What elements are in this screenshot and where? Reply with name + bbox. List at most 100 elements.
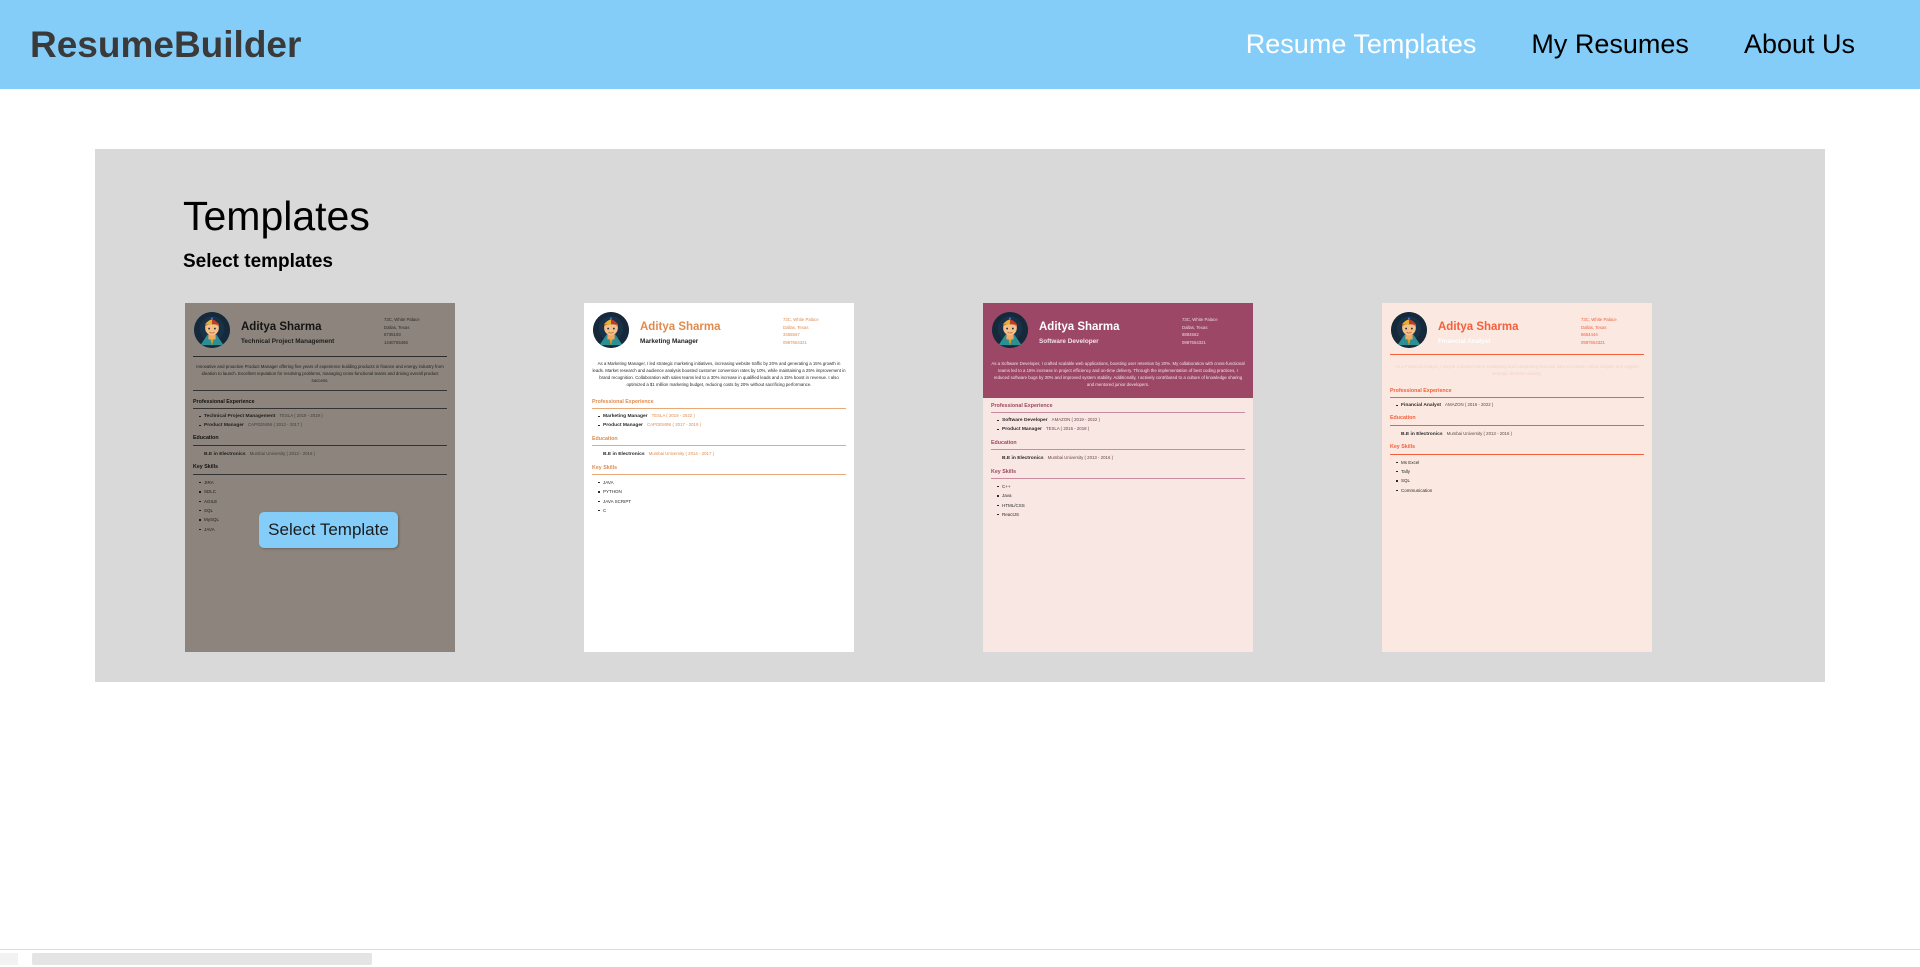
resume-header: 1 Aditya Sharma Financial Analyst 73C, Whit… xyxy=(1382,303,1652,354)
skills-list: Ms Excel Tally SQL Communication xyxy=(1390,458,1644,496)
contact-phone: 0987654321 xyxy=(783,339,807,345)
skill-item: AGILE xyxy=(199,497,447,506)
resume-person-name: Aditya Sharma xyxy=(1438,321,1519,334)
education-school: Mumbai University ( 2013 - 2016 ) xyxy=(1446,430,1513,436)
section-title-skills: Key Skills xyxy=(991,468,1017,475)
summary-divider xyxy=(193,390,447,392)
experience-list: Financial Analyst AMAZON ( 2016 - 2022 ) xyxy=(1390,401,1644,410)
resume-identity: Aditya Sharma Software Developer xyxy=(1028,312,1182,346)
resume-identity: Aditya Sharma Financial Analyst xyxy=(1427,312,1581,346)
section-title-education: Education xyxy=(991,439,1017,446)
contact-phone: 1440765466 xyxy=(384,339,408,345)
skill-item: Tally xyxy=(1396,467,1644,476)
experience-title: Financial Analyst xyxy=(1401,403,1442,409)
experience-divider xyxy=(991,412,1245,414)
experience-item: Product Manager CAPGEMINI ( 2017 - 2019 ) xyxy=(598,421,846,430)
experience-divider xyxy=(1390,397,1644,399)
app-brand-logo[interactable]: ResumeBuilder xyxy=(30,26,301,63)
resume-person-name: Aditya Sharma xyxy=(640,321,721,334)
education-item: B.E in Electronics Mumbai University ( 20… xyxy=(592,449,846,460)
resume-job-role: Marketing Manager xyxy=(640,337,699,345)
experience-meta: AMAZON ( 2019 - 2022 ) xyxy=(1051,417,1100,423)
template-card[interactable]: 1 Aditya Sharma Technical Project Manageme… xyxy=(185,303,455,653)
experience-item: Technical Project Management TESLA ( 2019… xyxy=(199,412,447,421)
experience-meta: TESLA ( 2019 - 2022 ) xyxy=(651,413,695,419)
skill-item: HTML/CSS xyxy=(997,501,1245,510)
skill-item: Communication xyxy=(1396,486,1644,495)
section-title-experience: Professional Experience xyxy=(193,399,255,406)
page-title: Templates xyxy=(183,193,370,239)
experience-title: Product Manager xyxy=(204,423,244,429)
contact-address: 73C, White Palace xyxy=(783,317,819,323)
experience-divider xyxy=(193,408,447,410)
section-title-experience: Professional Experience xyxy=(991,403,1053,410)
avatar-illustration: 1 xyxy=(992,312,1028,349)
experience-title: Marketing Manager xyxy=(603,414,648,420)
templates-panel: Templates Select templates 1 Aditya Sharm… xyxy=(95,149,1825,683)
experience-title: Software Developer xyxy=(1002,418,1048,424)
skills-divider xyxy=(1390,453,1644,455)
section-title-education: Education xyxy=(592,435,618,442)
nav-link-my-resumes[interactable]: My Resumes xyxy=(1531,29,1689,60)
header-divider xyxy=(1390,354,1644,356)
skill-item: PYTHON xyxy=(598,487,846,496)
education-divider xyxy=(592,444,846,446)
experience-list: Software Developer AMAZON ( 2019 - 2022 )… xyxy=(991,416,1245,434)
contact-phone: 0987654321 xyxy=(1581,339,1605,345)
section-title-skills: Key Skills xyxy=(193,464,219,471)
resume-job-role: Technical Project Management xyxy=(241,337,335,345)
avatar-illustration: 1 xyxy=(194,312,230,349)
experience-divider xyxy=(592,408,846,410)
nav-link-resume-templates[interactable]: Resume Templates xyxy=(1246,29,1477,60)
resume-header-band: 1 Aditya Sharma Financial Analyst 73C, Whit… xyxy=(1382,303,1652,383)
experience-item: Marketing Manager TESLA ( 2019 - 2022 ) xyxy=(598,412,846,421)
contact-city: Dallas, Texas xyxy=(1581,324,1607,330)
skills-divider xyxy=(193,473,447,475)
contact-address: 73C, White Palace xyxy=(384,317,420,323)
scrollbar-left-cap[interactable] xyxy=(0,953,18,965)
section-title-experience: Professional Experience xyxy=(1390,388,1452,395)
resume-header: 1 Aditya Sharma Marketing Manager 73C, Whit… xyxy=(584,303,854,354)
resume-body: Professional Experience Marketing Manager… xyxy=(584,394,854,515)
experience-meta: AMAZON ( 2016 - 2022 ) xyxy=(1445,402,1494,408)
page-subtitle: Select templates xyxy=(183,251,333,273)
skill-item: JAVA xyxy=(598,478,846,487)
scrollbar-thumb[interactable] xyxy=(32,953,372,965)
skill-item: C++ xyxy=(997,482,1245,491)
education-degree: B.E in Electronics xyxy=(603,451,645,457)
experience-title: Technical Project Management xyxy=(204,414,276,420)
skill-item: ReactJS xyxy=(997,510,1245,519)
experience-list: Marketing Manager TESLA ( 2019 - 2022 ) Pr… xyxy=(592,412,846,430)
avatar-icon: 1 xyxy=(194,312,230,349)
section-title-skills: Key Skills xyxy=(592,464,618,471)
experience-item: Financial Analyst AMAZON ( 2016 - 2022 ) xyxy=(1396,401,1644,410)
experience-meta: CAPGEMINI ( 2017 - 2019 ) xyxy=(646,422,702,428)
template-card[interactable]: 1 Aditya Sharma Financial Analyst 73C, Whit… xyxy=(1382,303,1652,653)
education-degree: B.E in Electronics xyxy=(204,451,246,457)
education-degree: B.E in Electronics xyxy=(1002,455,1044,461)
resume-identity: Aditya Sharma Marketing Manager xyxy=(629,312,783,346)
resume-header-band: 1 Aditya Sharma Software Developer 73C, Whi… xyxy=(983,303,1253,399)
resume-body: Professional Experience Financial Analyst… xyxy=(1382,383,1652,495)
template-card[interactable]: 1 Aditya Sharma Software Developer 73C, Whi… xyxy=(983,303,1253,653)
education-degree: B.E in Electronics xyxy=(1401,431,1443,437)
section-title-education: Education xyxy=(1390,415,1416,422)
resume-summary: As a Marketing Manager, I led strategic … xyxy=(592,361,846,388)
horizontal-scrollbar[interactable] xyxy=(0,949,1920,967)
resume-person-name: Aditya Sharma xyxy=(241,321,322,334)
resume-identity: Aditya Sharma Technical Project Managemen… xyxy=(230,312,384,346)
select-template-button[interactable]: Select Template xyxy=(259,512,398,549)
education-school: Mumbai University ( 2013 - 2016 ) xyxy=(1047,454,1114,460)
skill-item: JIRA xyxy=(199,478,447,487)
contact-city: Dallas, Texas xyxy=(1182,324,1208,330)
nav-links-group: Resume Templates My Resumes About Us xyxy=(1246,29,1890,60)
contact-id: 8735193 xyxy=(384,332,401,338)
resume-job-role: Financial Analyst xyxy=(1438,337,1491,345)
experience-meta: TESLA ( 2019 - 2019 ) xyxy=(279,413,323,419)
resume-job-role: Software Developer xyxy=(1039,337,1099,345)
nav-link-about-us[interactable]: About Us xyxy=(1744,29,1855,60)
template-card[interactable]: 1 Aditya Sharma Marketing Manager 73C, Whit… xyxy=(584,303,854,653)
templates-panel-inner: Templates Select templates 1 Aditya Sharm… xyxy=(95,193,1825,653)
resume-contact-block: 73C, White Palace Dallas, Texas 8884562 098… xyxy=(1182,312,1244,346)
education-divider xyxy=(991,448,1245,450)
